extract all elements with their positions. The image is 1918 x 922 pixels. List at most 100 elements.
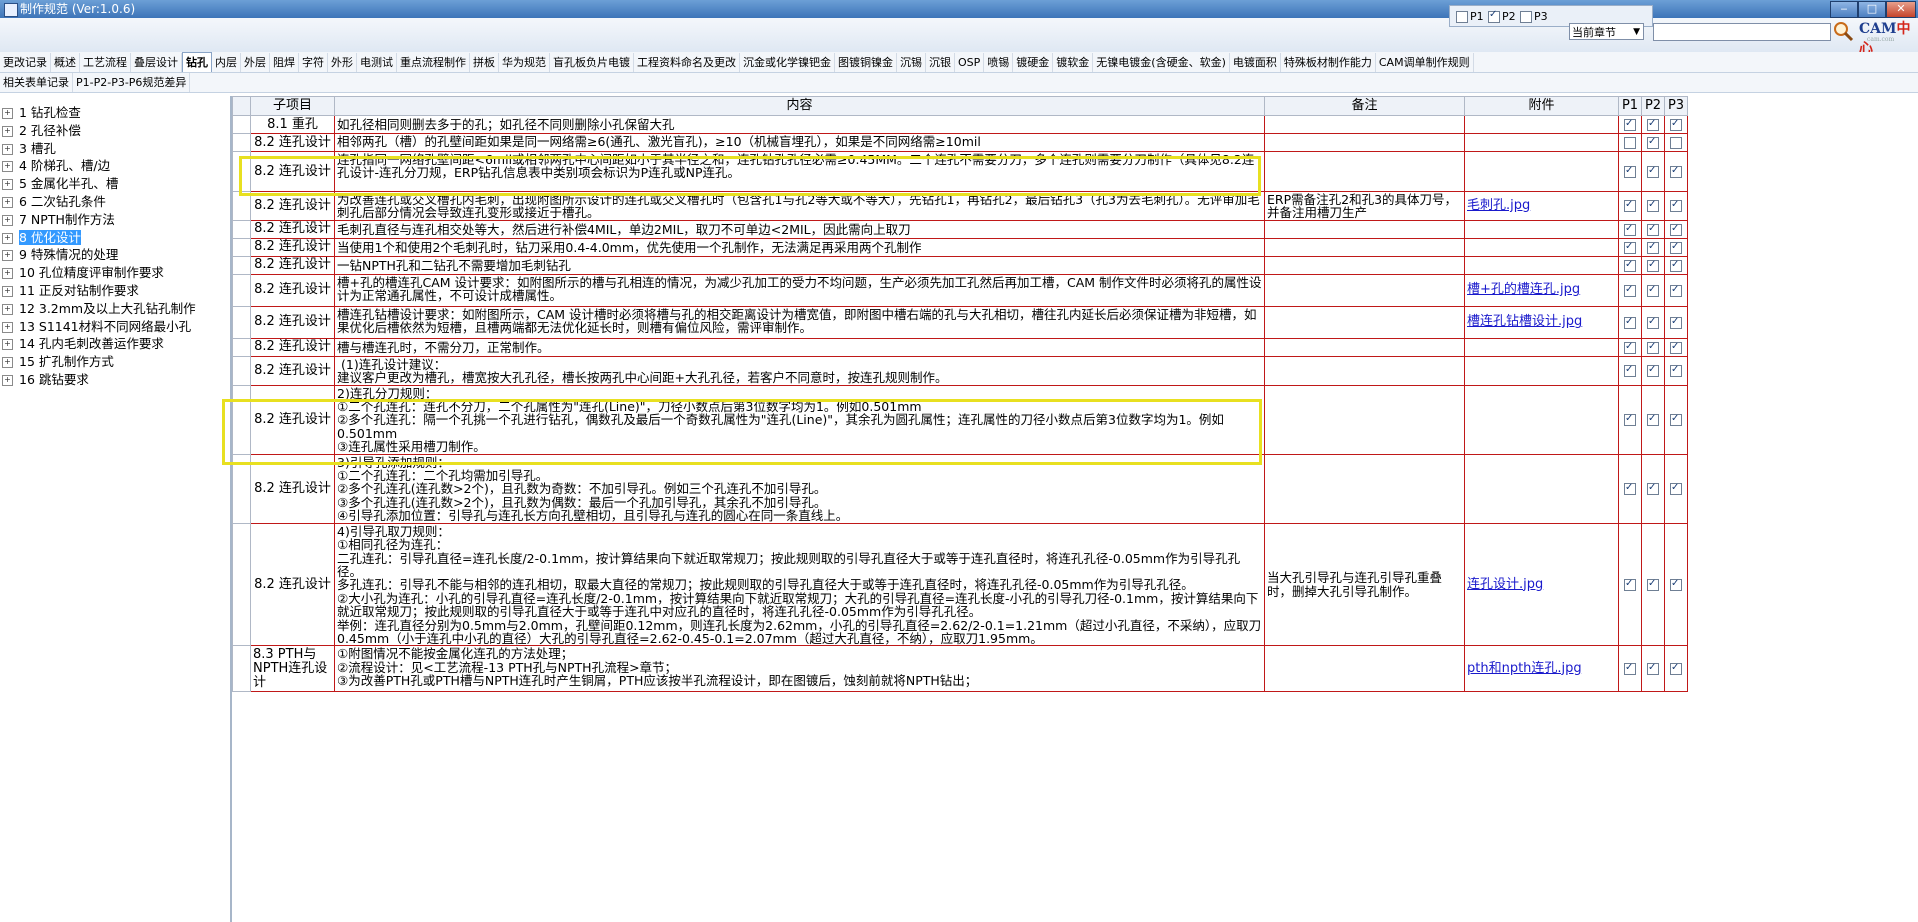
- col-header-attach[interactable]: 附件: [1464, 96, 1619, 116]
- filter-p2[interactable]: P2: [1488, 9, 1516, 23]
- tab-6[interactable]: 外层: [241, 53, 270, 72]
- tab-13[interactable]: 华为规范: [499, 53, 550, 72]
- p1-cell[interactable]: [1618, 191, 1642, 221]
- p2-checkbox[interactable]: [1647, 164, 1659, 178]
- p2-checkbox[interactable]: [1647, 117, 1659, 131]
- tab-20[interactable]: OSP: [955, 53, 985, 72]
- attachment-link[interactable]: [1464, 219, 1619, 239]
- p2-cell[interactable]: [1641, 151, 1665, 192]
- expand-icon[interactable]: +: [2, 375, 13, 386]
- close-button[interactable]: ✕: [1886, 1, 1916, 18]
- attachment-link[interactable]: [1464, 255, 1619, 275]
- filter-p3-checkbox[interactable]: [1520, 11, 1532, 23]
- attachment-link[interactable]: [1464, 355, 1619, 386]
- p1-cell[interactable]: [1618, 255, 1642, 275]
- p3-cell[interactable]: [1664, 305, 1688, 339]
- p2-cell[interactable]: [1641, 255, 1665, 275]
- filter-p1-checkbox[interactable]: [1456, 11, 1468, 23]
- table-row[interactable]: 8.3 PTH与NPTH连孔设计 ①附图情况不能按金属化连孔的方法处理； ②流程设…: [232, 645, 1688, 693]
- p1-checkbox[interactable]: [1624, 222, 1636, 236]
- p1-checkbox[interactable]: [1624, 164, 1636, 178]
- p1-checkbox[interactable]: [1624, 363, 1636, 378]
- p1-cell[interactable]: [1618, 645, 1642, 693]
- tab-4[interactable]: 钻孔: [182, 52, 212, 72]
- tab-16[interactable]: 沉金或化学镍钯金: [740, 53, 835, 72]
- p2-checkbox[interactable]: [1647, 135, 1659, 149]
- tab-27[interactable]: CAM调单制作规则: [1376, 53, 1474, 72]
- p3-checkbox[interactable]: [1670, 258, 1682, 272]
- expand-icon[interactable]: +: [2, 303, 13, 315]
- p3-cell[interactable]: [1664, 255, 1688, 275]
- table-row[interactable]: 8.2 连孔设计 3)引导孔添加规则： ①二个孔连孔：二个孔均需加引导孔。 ②多个…: [232, 453, 1688, 524]
- tree-item[interactable]: +7 NPTH制作方法: [2, 212, 115, 228]
- attachment-link[interactable]: 毛刺孔.jpg: [1464, 191, 1619, 221]
- col-header-content[interactable]: 内容: [334, 96, 1265, 116]
- attachment-link[interactable]: [1464, 237, 1619, 257]
- row-header-cell[interactable]: [232, 133, 251, 152]
- p1-checkbox[interactable]: [1624, 198, 1636, 213]
- tab-14[interactable]: 盲孔板负片电镀: [550, 53, 634, 72]
- filter-p2-checkbox[interactable]: [1488, 9, 1500, 23]
- row-header-cell[interactable]: [232, 115, 251, 134]
- p3-checkbox[interactable]: [1670, 577, 1682, 592]
- p3-cell[interactable]: [1664, 273, 1688, 307]
- p1-checkbox[interactable]: [1624, 240, 1636, 254]
- p1-cell[interactable]: [1618, 115, 1642, 134]
- table-row[interactable]: 8.2 连孔设计 槽+孔的槽连孔CAM 设计要求：如附图所示的槽与孔相连的情况，为…: [232, 273, 1688, 307]
- tree-item[interactable]: +9 特殊情况的处理: [2, 247, 118, 263]
- row-header-cell[interactable]: [232, 384, 251, 455]
- tab-0[interactable]: 更改记录: [0, 53, 51, 72]
- tab-19[interactable]: 沉银: [926, 53, 955, 72]
- tab-23[interactable]: 镀软金: [1053, 53, 1094, 72]
- row-header-cell[interactable]: [232, 337, 251, 357]
- filter-p3[interactable]: P3: [1520, 10, 1548, 23]
- row-header-cell[interactable]: [232, 191, 251, 221]
- p1-checkbox[interactable]: [1624, 412, 1636, 427]
- tab-row2-1[interactable]: P1-P2-P3-P6规范差异: [73, 73, 191, 92]
- p2-checkbox[interactable]: [1647, 198, 1659, 213]
- p3-checkbox[interactable]: [1670, 198, 1682, 213]
- p3-checkbox[interactable]: [1670, 412, 1682, 427]
- p3-cell[interactable]: [1664, 191, 1688, 221]
- p2-cell[interactable]: [1641, 191, 1665, 221]
- tab-11[interactable]: 重点流程制作: [397, 53, 470, 72]
- p3-checkbox[interactable]: [1670, 222, 1682, 236]
- p3-cell[interactable]: [1664, 133, 1688, 152]
- table-row[interactable]: 8.2 连孔设计 槽连孔钻槽设计要求：如附图所示，CAM 设计槽时必须将槽与孔的相…: [232, 305, 1688, 339]
- row-header-cell[interactable]: [232, 273, 251, 307]
- p3-cell[interactable]: [1664, 522, 1688, 647]
- tab-3[interactable]: 叠层设计: [131, 53, 182, 72]
- table-row[interactable]: 8.2 连孔设计 槽与槽连孔时，不需分刀，正常制作。: [232, 337, 1688, 357]
- col-header-p1[interactable]: P1: [1618, 96, 1642, 116]
- table-row[interactable]: 8.2 连孔设计 为改善连孔或交叉槽孔内毛刺，出现附图所示设计的连孔或交叉槽孔时（…: [232, 191, 1688, 221]
- tab-10[interactable]: 电测试: [357, 53, 397, 72]
- p2-checkbox[interactable]: [1647, 577, 1659, 592]
- p1-cell[interactable]: [1618, 522, 1642, 647]
- p3-checkbox[interactable]: [1670, 240, 1682, 254]
- expand-icon[interactable]: +: [2, 286, 13, 297]
- table-row[interactable]: 8.2 连孔设计 2)连孔分刀规则： ①二个孔连孔：连孔不分刀，二个孔属性为"连孔…: [232, 384, 1688, 455]
- col-header-p3[interactable]: P3: [1664, 96, 1688, 116]
- attachment-link[interactable]: 槽连孔钻槽设计.jpg: [1464, 305, 1619, 339]
- p3-checkbox[interactable]: [1670, 481, 1682, 496]
- attachment-link[interactable]: [1464, 384, 1619, 455]
- p1-cell[interactable]: [1618, 355, 1642, 386]
- p2-cell[interactable]: [1641, 115, 1665, 134]
- p3-cell[interactable]: [1664, 384, 1688, 455]
- expand-icon[interactable]: +: [2, 143, 13, 155]
- row-header-cell[interactable]: [232, 219, 251, 239]
- p3-checkbox[interactable]: [1670, 363, 1682, 378]
- tab-row2-0[interactable]: 相关表单记录: [0, 73, 73, 92]
- col-header-sub[interactable]: 子项目: [250, 96, 335, 116]
- p2-checkbox[interactable]: [1647, 315, 1659, 329]
- scope-select[interactable]: 当前章节 ▼: [1569, 23, 1644, 40]
- table-row[interactable]: 8.2 连孔设计 连孔指同一网络孔壁间距<6mil或相邻两孔中心间距如小于其半径之…: [232, 151, 1688, 192]
- p3-cell[interactable]: [1664, 355, 1688, 386]
- search-input[interactable]: [1653, 23, 1831, 41]
- p2-checkbox[interactable]: [1647, 412, 1659, 427]
- expand-icon[interactable]: +: [2, 339, 13, 351]
- tab-7[interactable]: 阻焊: [270, 53, 299, 72]
- table-row[interactable]: 8.2 连孔设计 (1)连孔设计建议： 建议客户更改为槽孔，槽宽按大孔孔径，槽长…: [232, 355, 1688, 386]
- p1-checkbox[interactable]: [1624, 258, 1636, 272]
- tab-2[interactable]: 工艺流程: [80, 53, 131, 72]
